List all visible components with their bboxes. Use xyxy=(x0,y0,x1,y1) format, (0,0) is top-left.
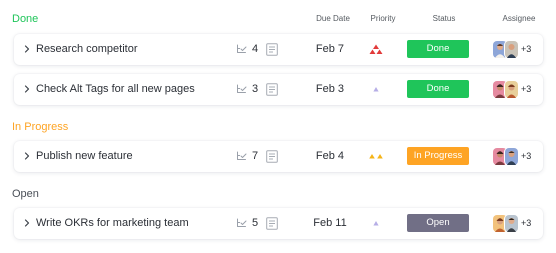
extra-assignees-count[interactable]: +3 xyxy=(521,83,531,96)
group-label-open[interactable]: Open xyxy=(12,187,39,201)
due-date[interactable]: Feb 3 xyxy=(310,83,350,96)
subtasks-icon xyxy=(237,44,247,53)
assignee-avatars[interactable] xyxy=(493,215,519,232)
status-badge[interactable]: Done xyxy=(407,40,469,58)
subtasks-icon xyxy=(237,84,247,93)
task-name[interactable]: Research competitor xyxy=(36,43,138,56)
due-date[interactable]: Feb 7 xyxy=(310,43,350,56)
task-row[interactable]: Write OKRs for marketing team 5 Feb 11 O… xyxy=(14,208,543,239)
chevron-right-icon[interactable] xyxy=(22,217,32,229)
document-icon[interactable] xyxy=(266,43,278,56)
document-icon[interactable] xyxy=(266,217,278,230)
column-header-assignee[interactable]: Assignee xyxy=(495,14,543,24)
task-name[interactable]: Check Alt Tags for all new pages xyxy=(36,83,195,96)
task-name[interactable]: Write OKRs for marketing team xyxy=(36,217,189,230)
status-badge[interactable]: In Progress xyxy=(407,147,469,165)
status-badge[interactable]: Done xyxy=(407,80,469,98)
document-icon[interactable] xyxy=(266,83,278,96)
column-header-due-date[interactable]: Due Date xyxy=(310,14,356,24)
subtask-count: 4 xyxy=(252,43,259,55)
chevron-right-icon[interactable] xyxy=(22,83,32,95)
task-row[interactable]: Check Alt Tags for all new pages 3 Feb 3… xyxy=(14,74,543,105)
assignee-avatars[interactable] xyxy=(493,148,519,165)
priority-low-icon[interactable] xyxy=(366,84,386,95)
group-label-done[interactable]: Done xyxy=(12,12,38,26)
task-row[interactable]: Publish new feature 7 Feb 4 In Progress … xyxy=(14,141,543,172)
task-name[interactable]: Publish new feature xyxy=(36,150,133,163)
assignee-avatars[interactable] xyxy=(493,81,519,98)
subtask-count: 5 xyxy=(252,217,259,229)
chevron-right-icon[interactable] xyxy=(22,150,32,162)
status-badge[interactable]: Open xyxy=(407,214,469,232)
extra-assignees-count[interactable]: +3 xyxy=(521,217,531,230)
subtasks-icon xyxy=(237,218,247,227)
chevron-right-icon[interactable] xyxy=(22,43,32,55)
assignee-avatars[interactable] xyxy=(493,41,519,58)
due-date[interactable]: Feb 11 xyxy=(310,217,350,230)
due-date[interactable]: Feb 4 xyxy=(310,150,350,163)
column-header-status[interactable]: Status xyxy=(422,14,466,24)
document-icon[interactable] xyxy=(266,150,278,163)
group-label-in-progress[interactable]: In Progress xyxy=(12,120,68,134)
subtask-count: 3 xyxy=(252,83,259,95)
task-board: Due Date Priority Status Assignee Done R… xyxy=(0,0,556,253)
task-row[interactable]: Research competitor 4 Feb 7 Done +3 xyxy=(14,34,543,65)
extra-assignees-count[interactable]: +3 xyxy=(521,43,531,56)
column-header-priority[interactable]: Priority xyxy=(362,14,404,24)
priority-medium-icon[interactable] xyxy=(366,151,386,162)
priority-low-icon[interactable] xyxy=(366,218,386,229)
priority-high-icon[interactable] xyxy=(366,44,386,55)
extra-assignees-count[interactable]: +3 xyxy=(521,150,531,163)
subtask-count: 7 xyxy=(252,150,259,162)
subtasks-icon xyxy=(237,151,247,160)
